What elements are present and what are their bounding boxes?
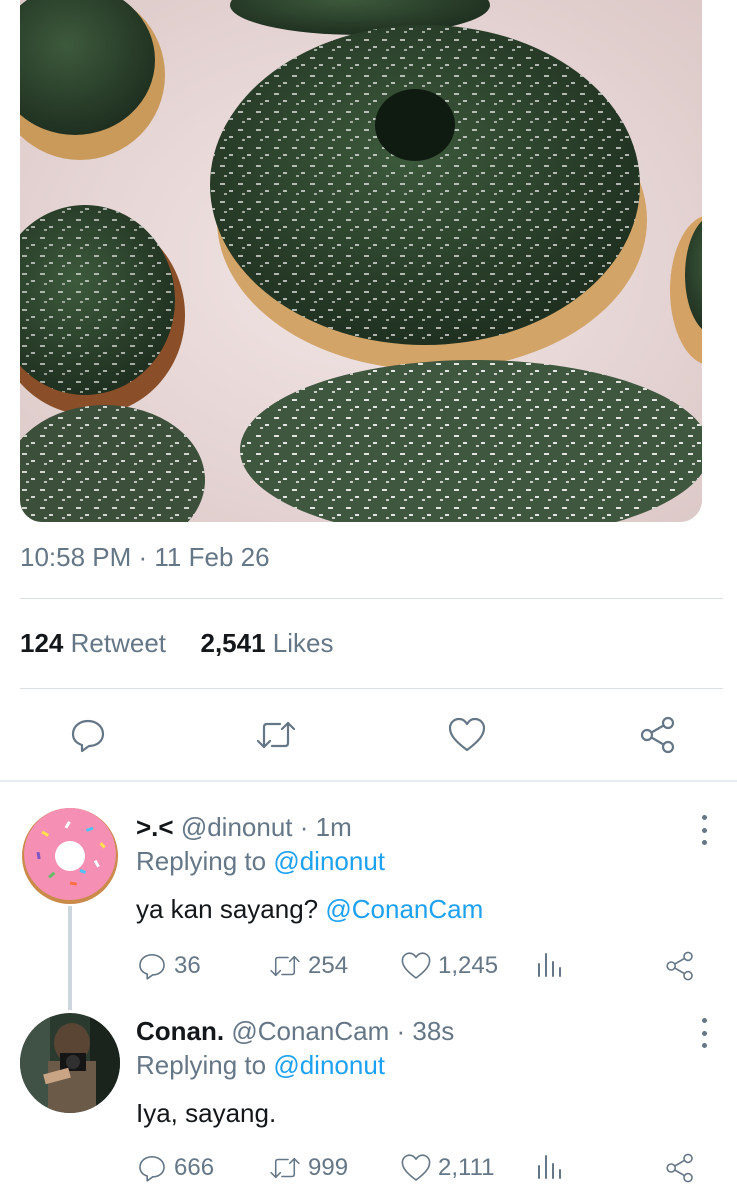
share-button[interactable] (636, 713, 680, 757)
more-icon (701, 815, 707, 820)
avatar[interactable] (20, 1013, 120, 1113)
tweet-photo[interactable] (20, 0, 702, 522)
thread-line (68, 906, 72, 1010)
replying-to: Replying to @dinonut (136, 846, 385, 877)
analytics-icon (538, 1155, 561, 1179)
retweet-icon (270, 1157, 300, 1179)
like-count: 2,111 (438, 1154, 495, 1181)
analytics-button[interactable] (534, 950, 570, 980)
share-button[interactable] (664, 1152, 702, 1184)
analytics-icon (538, 953, 561, 977)
display-name[interactable]: >.< (136, 812, 174, 842)
share-icon (666, 951, 693, 981)
like-button[interactable] (445, 713, 489, 757)
replying-handle[interactable]: @dinonut (273, 1050, 385, 1080)
reply-icon (139, 1156, 165, 1182)
reply-icon (139, 954, 165, 980)
like-count: 1,245 (438, 952, 499, 979)
reply-body: Iya, sayang. (136, 1098, 277, 1128)
likes-count[interactable]: 2,541 (200, 628, 265, 658)
likes-label[interactable]: Likes (273, 628, 334, 658)
handle[interactable]: @dinonut (181, 812, 293, 842)
replying-handle[interactable]: @dinonut (273, 846, 385, 876)
more-options-button[interactable] (694, 1018, 714, 1048)
heart-icon (448, 717, 486, 752)
share-icon (666, 1153, 693, 1183)
retweet-button[interactable]: 254 (268, 950, 348, 982)
reply-count: 666 (174, 1154, 215, 1181)
retweet-count: 999 (308, 1154, 349, 1181)
reply-text: Iya, sayang. (136, 1098, 276, 1129)
mention-link[interactable]: @ConanCam (325, 894, 483, 924)
reply-count: 36 (174, 952, 201, 979)
heart-icon (401, 1154, 431, 1181)
like-button[interactable]: 1,245 (400, 950, 498, 982)
tweet-stats: 124 Retweet 2,541 Likes (20, 628, 334, 659)
more-options-button[interactable] (694, 815, 714, 845)
like-button[interactable]: 2,111 (400, 1152, 495, 1184)
replying-label: Replying to (136, 846, 267, 876)
divider (20, 598, 723, 599)
avatar[interactable] (20, 806, 120, 906)
reply-header: >.< @dinonut · 1m (136, 812, 352, 843)
analytics-button[interactable] (534, 1152, 570, 1182)
retweet-label[interactable]: Retweet (71, 628, 166, 658)
reply-text: ya kan sayang? @ConanCam (136, 894, 483, 925)
retweet-count[interactable]: 124 (20, 628, 63, 658)
share-button[interactable] (664, 950, 702, 982)
reply-body: ya kan sayang? (136, 894, 319, 924)
heart-icon (401, 952, 431, 979)
reply-button[interactable]: 36 (136, 950, 201, 982)
reply-time: · 1m (299, 812, 352, 842)
reply-button[interactable] (66, 713, 110, 757)
retweet-count: 254 (308, 952, 349, 979)
replying-label: Replying to (136, 1050, 267, 1080)
display-name[interactable]: Conan. (136, 1016, 224, 1046)
retweet-button[interactable] (254, 713, 298, 757)
share-icon (640, 716, 675, 754)
divider (0, 780, 737, 782)
handle[interactable]: @ConanCam (231, 1016, 389, 1046)
more-icon (701, 1018, 707, 1023)
reply-icon (71, 719, 105, 753)
reply-time: · 38s (396, 1016, 455, 1046)
tweet-timestamp: 10:58 PM · 11 Feb 26 (20, 542, 270, 572)
reply-header: Conan. @ConanCam · 38s (136, 1016, 454, 1047)
retweet-icon (270, 955, 300, 977)
divider (20, 688, 723, 689)
replying-to: Replying to @dinonut (136, 1050, 385, 1081)
retweet-icon (256, 721, 296, 749)
retweet-button[interactable]: 999 (268, 1152, 348, 1184)
reply-button[interactable]: 666 (136, 1152, 214, 1184)
